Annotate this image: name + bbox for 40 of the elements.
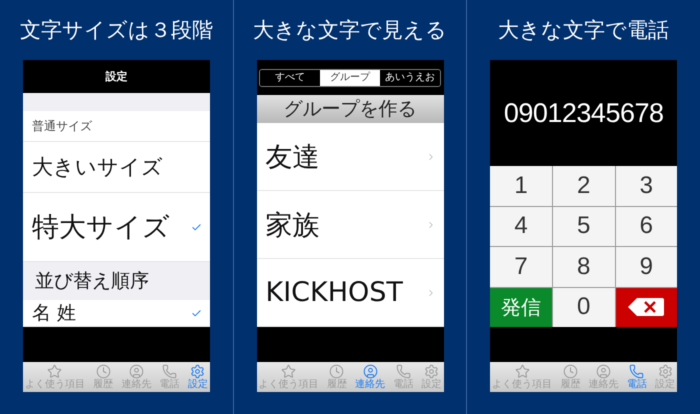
- person-icon: [596, 364, 612, 379]
- digit-key[interactable]: 0: [552, 288, 614, 327]
- digit-key[interactable]: 4: [490, 206, 552, 246]
- settings-icon: [658, 364, 673, 379]
- backspace-icon: [627, 297, 666, 318]
- caption: 文字サイズは３段階: [20, 17, 213, 44]
- phone-icon: [629, 364, 644, 379]
- clock-icon: [96, 364, 111, 379]
- create-group-button[interactable]: グループを作る: [256, 95, 444, 123]
- star-icon: [514, 364, 530, 379]
- digit-key[interactable]: 8: [552, 247, 614, 286]
- caption: 大きな文字で電話: [498, 17, 670, 44]
- digit-key[interactable]: 1: [490, 166, 552, 206]
- digit-key[interactable]: 9: [616, 247, 678, 286]
- person-icon: [362, 364, 378, 379]
- digit-key[interactable]: 2: [552, 166, 614, 206]
- settings-icon: [424, 364, 439, 379]
- screen-title: 設定: [104, 69, 128, 85]
- person-icon: [128, 364, 144, 379]
- clock-icon: [562, 364, 578, 379]
- delete-key[interactable]: [616, 288, 678, 327]
- digit-key[interactable]: 7: [490, 247, 552, 286]
- digit-key[interactable]: 5: [552, 206, 614, 246]
- phone-icon: [162, 364, 178, 379]
- sort-option[interactable]: 名 姓: [22, 300, 210, 327]
- size-option[interactable]: 特大サイズ: [22, 193, 210, 262]
- settings-icon: [190, 364, 206, 379]
- phone-icon: [396, 364, 411, 379]
- digit-key[interactable]: 3: [616, 166, 678, 206]
- size-option[interactable]: 普通サイズ: [22, 111, 210, 142]
- star-icon: [281, 364, 296, 379]
- clock-icon: [329, 364, 344, 379]
- call-key[interactable]: 発信: [490, 288, 552, 327]
- phone-number: 09012345678: [502, 96, 665, 130]
- star-icon: [47, 364, 62, 379]
- section-header: 並び替え順序: [34, 269, 150, 294]
- caption: 大きな文字で見える: [253, 17, 447, 44]
- digit-key[interactable]: 6: [616, 206, 678, 246]
- size-option[interactable]: 大きいサイズ: [22, 142, 210, 193]
- segment-tab[interactable]: グループ: [320, 70, 380, 86]
